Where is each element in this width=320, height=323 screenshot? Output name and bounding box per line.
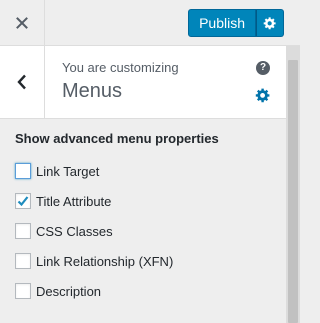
chevron-left-icon: [17, 74, 26, 90]
option-link-target[interactable]: Link Target: [15, 163, 99, 179]
scrollbar[interactable]: [286, 46, 300, 323]
option-label: CSS Classes: [36, 223, 113, 239]
link-target-checkbox[interactable]: [15, 163, 31, 179]
css-classes-checkbox[interactable]: [15, 223, 31, 239]
close-icon: [16, 16, 28, 29]
help-icon[interactable]: ?: [256, 61, 270, 75]
option-label: Description: [36, 283, 102, 299]
gear-icon[interactable]: [255, 87, 271, 103]
title-attribute-checkbox[interactable]: [15, 193, 31, 209]
close-button[interactable]: [0, 0, 45, 45]
option-label: Link Target: [36, 163, 100, 179]
gear-icon: [263, 17, 276, 30]
description-checkbox[interactable]: [15, 283, 31, 299]
option-title-attribute[interactable]: Title Attribute: [15, 193, 111, 209]
checkmark-icon: [17, 196, 29, 207]
option-label: Link Relationship (XFN): [36, 253, 174, 269]
publish-group: Publish: [188, 9, 284, 37]
options-heading: Show advanced menu properties: [15, 131, 219, 146]
option-link-relationship[interactable]: Link Relationship (XFN): [15, 253, 173, 269]
publish-button[interactable]: Publish: [188, 9, 256, 37]
publish-settings-button[interactable]: [256, 9, 284, 37]
advanced-menu-options: Show advanced menu properties Link Targe…: [0, 119, 286, 323]
link-relationship-checkbox[interactable]: [15, 253, 31, 269]
panel-title: Menus: [62, 80, 123, 102]
back-button[interactable]: [0, 46, 45, 118]
scrollbar-thumb[interactable]: [288, 60, 298, 323]
customizing-label: You are customizing: [62, 60, 179, 75]
option-css-classes[interactable]: CSS Classes: [15, 223, 113, 239]
panel-title-section: You are customizing Menus ?: [0, 46, 286, 119]
option-label: Title Attribute: [36, 193, 112, 209]
option-description[interactable]: Description: [15, 283, 101, 299]
customizer-header: Publish: [0, 0, 300, 46]
